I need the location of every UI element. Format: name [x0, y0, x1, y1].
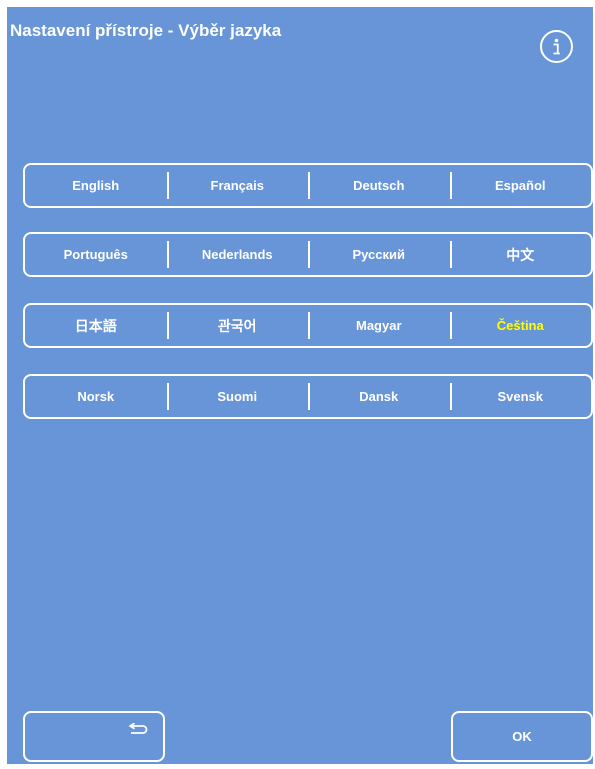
language-button-korean[interactable]: 관국어: [166, 305, 309, 346]
page-title: Nastavení přístroje - Výběr jazyka: [10, 21, 282, 40]
language-button-finnish[interactable]: Suomi: [166, 376, 309, 417]
language-button-russian[interactable]: Русский: [308, 234, 450, 275]
language-button-french[interactable]: Français: [166, 165, 309, 206]
language-button-spanish[interactable]: Español: [449, 165, 592, 206]
language-button-chinese[interactable]: 中文: [449, 234, 592, 275]
return-arrow-icon: [128, 723, 148, 734]
ok-button[interactable]: OK: [451, 711, 593, 762]
language-button-norwegian[interactable]: Norsk: [25, 376, 167, 417]
screen: Nastavení přístroje - Výběr jazyka Engli…: [7, 7, 593, 764]
language-button-hungarian[interactable]: Magyar: [308, 305, 450, 346]
language-button-portuguese[interactable]: Português: [25, 234, 167, 275]
info-button[interactable]: [540, 30, 573, 63]
language-row-2: Português Nederlands Русский 中文: [23, 232, 593, 277]
info-icon: [553, 38, 560, 55]
language-button-danish[interactable]: Dansk: [308, 376, 450, 417]
language-button-swedish[interactable]: Svensk: [449, 376, 592, 417]
language-button-japanese[interactable]: 日本語: [25, 305, 167, 346]
language-button-german[interactable]: Deutsch: [308, 165, 450, 206]
language-row-4: Norsk Suomi Dansk Svensk: [23, 374, 593, 419]
language-button-dutch[interactable]: Nederlands: [166, 234, 309, 275]
language-row-1: English Français Deutsch Español: [23, 163, 593, 208]
language-button-english[interactable]: English: [25, 165, 167, 206]
back-button[interactable]: [23, 711, 165, 762]
language-row-3: 日本語 관국어 Magyar Čeština: [23, 303, 593, 348]
language-button-czech[interactable]: Čeština: [449, 305, 592, 346]
